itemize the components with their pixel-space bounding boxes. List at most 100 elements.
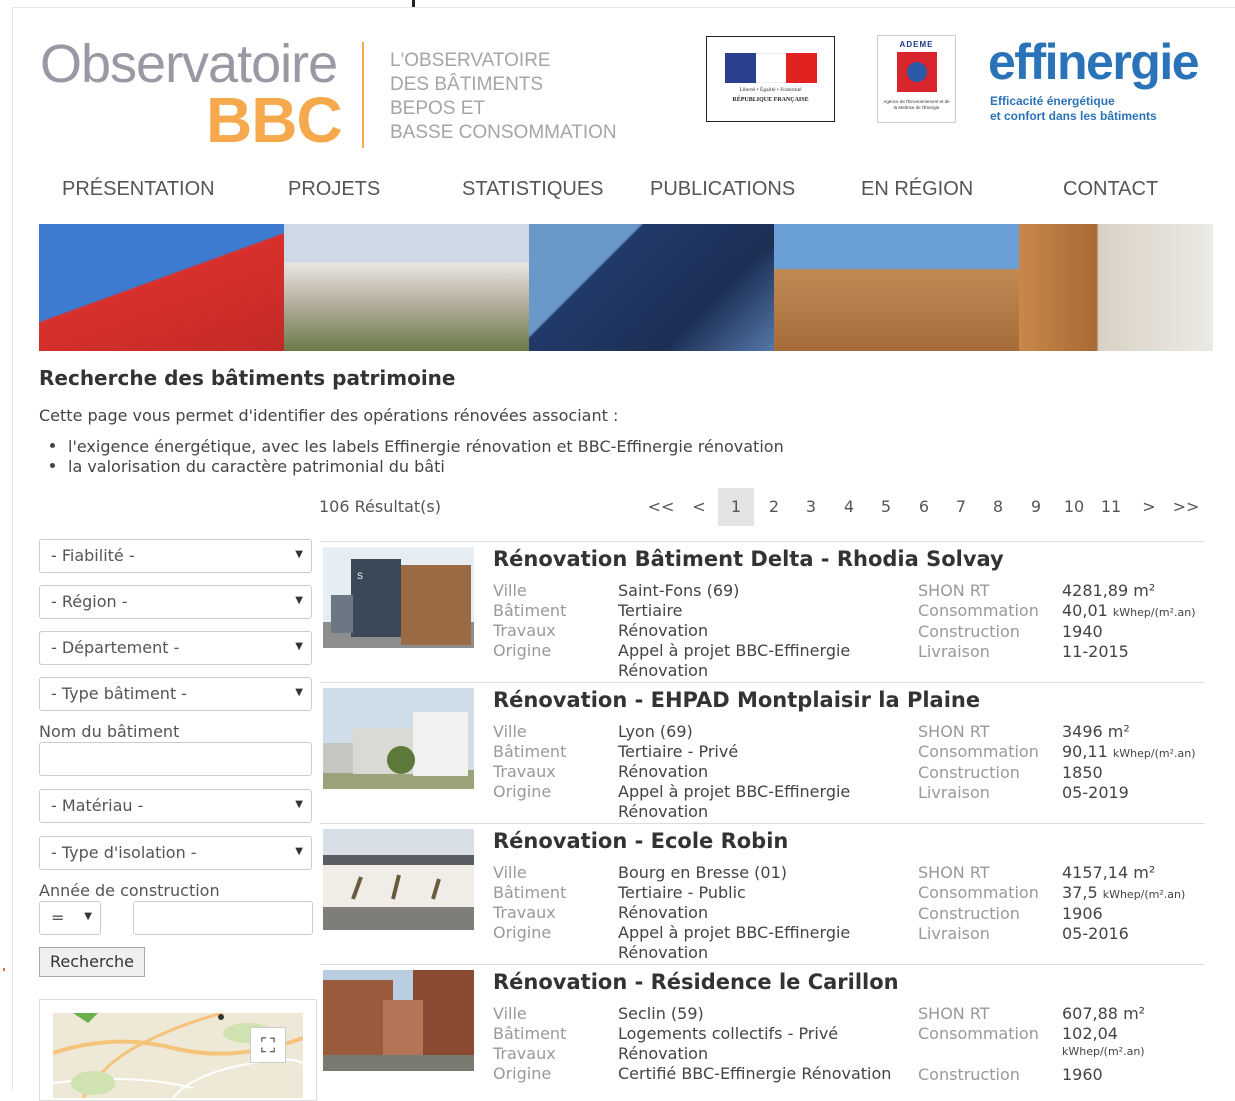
result-thumbnail[interactable]: S — [323, 547, 474, 648]
pager-last[interactable]: >> — [1170, 488, 1202, 526]
pager-page-2[interactable]: 2 — [761, 488, 787, 526]
departement-select[interactable]: - Département - ▼ — [39, 631, 312, 665]
value-travaux: Rénovation — [618, 1044, 709, 1063]
nav-contact[interactable]: CONTACT — [1063, 178, 1158, 201]
annee-operator-value: = — [51, 908, 65, 927]
pager-page-8[interactable]: 8 — [985, 488, 1011, 526]
logo-bbc[interactable]: BBC — [206, 88, 343, 152]
value-travaux: Rénovation — [618, 621, 709, 640]
nav-en-region[interactable]: EN RÉGION — [861, 178, 973, 201]
materiau-select[interactable]: - Matériau - ▼ — [39, 789, 312, 823]
label-construction: Construction — [918, 904, 1020, 923]
pager-page-5[interactable]: 5 — [873, 488, 899, 526]
expand-icon[interactable]: ⛶ — [250, 1027, 286, 1063]
banner-photo-residential — [284, 224, 529, 351]
label-travaux: Travaux — [493, 903, 556, 922]
pager-page-9[interactable]: 9 — [1023, 488, 1049, 526]
logo-divider — [362, 42, 364, 148]
building-photo — [323, 829, 474, 930]
value-construction: 1906 — [1062, 904, 1103, 923]
value-conso-unit: kWhep/(m².an) — [1112, 606, 1196, 619]
label-livraison: Livraison — [918, 924, 990, 943]
result-item[interactable]: Rénovation - Résidence le Carillon Ville… — [320, 964, 1205, 1089]
label-origine: Origine — [493, 641, 552, 660]
pager-page-3[interactable]: 3 — [798, 488, 824, 526]
tagline-line-2: DES BÂTIMENTS — [390, 74, 544, 95]
value-ville: Seclin (59) — [618, 1004, 704, 1023]
nav-projets[interactable]: PROJETS — [288, 178, 380, 201]
result-divider — [320, 541, 1205, 542]
value-conso-number: 37,5 — [1062, 883, 1098, 902]
label-travaux: Travaux — [493, 621, 556, 640]
label-shon: SHON RT — [918, 863, 990, 882]
annee-operator-select[interactable]: = ▼ — [39, 901, 101, 935]
tagline-line-3: BEPOS ET — [390, 98, 486, 119]
value-origine: Appel à projet BBC-Effinergie — [618, 782, 851, 801]
page-intro: Cette page vous permet d'identifier des … — [39, 406, 619, 425]
bullet-item: l'exigence énergétique, avec les labels … — [50, 437, 784, 456]
effinergie-logo[interactable]: effinergie — [988, 30, 1200, 94]
label-origine: Origine — [493, 923, 552, 942]
result-title[interactable]: Rénovation - Ecole Robin — [493, 829, 788, 853]
label-construction: Construction — [918, 622, 1020, 641]
result-thumbnail[interactable] — [323, 970, 474, 1071]
result-divider — [320, 964, 1205, 965]
result-divider — [320, 823, 1205, 824]
value-origine: Certifié BBC-Effinergie Rénovation — [618, 1064, 892, 1083]
nav-statistiques[interactable]: STATISTIQUES — [462, 178, 604, 201]
result-item[interactable]: S Rénovation Bâtiment Delta - Rhodia Sol… — [320, 541, 1205, 682]
result-thumbnail[interactable] — [323, 688, 474, 789]
pager-page-1[interactable]: 1 — [718, 488, 754, 526]
label-construction: Construction — [918, 763, 1020, 782]
result-item[interactable]: Rénovation - EHPAD Montplaisir la Plaine… — [320, 682, 1205, 823]
search-button[interactable]: Recherche — [39, 947, 145, 977]
value-conso-number: 40,01 — [1062, 601, 1108, 620]
value-construction: 1960 — [1062, 1065, 1103, 1084]
nom-batiment-input[interactable] — [39, 742, 312, 776]
building-photo: S — [323, 547, 474, 648]
pager-page-11[interactable]: 11 — [1096, 488, 1126, 526]
value-livraison: 05-2019 — [1062, 783, 1129, 802]
value-construction: 1940 — [1062, 622, 1103, 641]
label-batiment: Bâtiment — [493, 1024, 567, 1043]
result-title[interactable]: Rénovation - Résidence le Carillon — [493, 970, 899, 994]
label-shon: SHON RT — [918, 722, 990, 741]
pager-page-6[interactable]: 6 — [911, 488, 937, 526]
pager-page-4[interactable]: 4 — [836, 488, 862, 526]
result-title[interactable]: Rénovation - EHPAD Montplaisir la Plaine — [493, 688, 980, 712]
annee-value-input[interactable] — [133, 901, 313, 935]
pager-next[interactable]: > — [1136, 488, 1162, 526]
nav-presentation[interactable]: PRÉSENTATION — [62, 178, 215, 201]
label-shon: SHON RT — [918, 1004, 990, 1023]
value-origine: Appel à projet BBC-Effinergie — [618, 641, 851, 660]
annee-construction-label: Année de construction — [39, 881, 220, 900]
pager-page-7[interactable]: 7 — [948, 488, 974, 526]
pager-prev[interactable]: < — [686, 488, 712, 526]
result-item[interactable]: Rénovation - Ecole Robin Ville Bâtiment … — [320, 823, 1205, 964]
region-select-value: - Région - — [51, 592, 128, 611]
type-isolation-select[interactable]: - Type d'isolation - ▼ — [39, 836, 312, 870]
chevron-down-icon: ▼ — [295, 687, 303, 698]
nav-publications[interactable]: PUBLICATIONS — [650, 178, 795, 201]
ademe-logo[interactable]: ADEME Agence de l'Environnement et de la… — [877, 35, 956, 123]
value-shon: 3496 m² — [1062, 722, 1130, 741]
bullet-text: l'exigence énergétique, avec les labels … — [68, 437, 784, 456]
pager-page-10[interactable]: 10 — [1058, 488, 1090, 526]
label-batiment: Bâtiment — [493, 742, 567, 761]
value-shon: 4281,89 m² — [1062, 581, 1156, 600]
chevron-down-icon: ▼ — [295, 846, 303, 857]
fiabilite-select[interactable]: - Fiabilité - ▼ — [39, 539, 312, 573]
tagline-line-4: BASSE CONSOMMATION — [390, 122, 617, 143]
region-select[interactable]: - Région - ▼ — [39, 585, 312, 619]
label-ville: Ville — [493, 1004, 527, 1023]
banner-images — [39, 224, 1213, 351]
value-ville: Lyon (69) — [618, 722, 693, 741]
type-batiment-select[interactable]: - Type bâtiment - ▼ — [39, 677, 312, 711]
result-thumbnail[interactable] — [323, 829, 474, 930]
result-title[interactable]: Rénovation Bâtiment Delta - Rhodia Solva… — [493, 547, 1004, 571]
label-ville: Ville — [493, 863, 527, 882]
label-livraison: Livraison — [918, 642, 990, 661]
page-title: Recherche des bâtiments patrimoine — [39, 366, 456, 390]
pager-first[interactable]: << — [645, 488, 677, 526]
republique-francaise-logo[interactable]: Liberté • Égalité • Fraternité RÉPUBLIQU… — [706, 36, 835, 122]
